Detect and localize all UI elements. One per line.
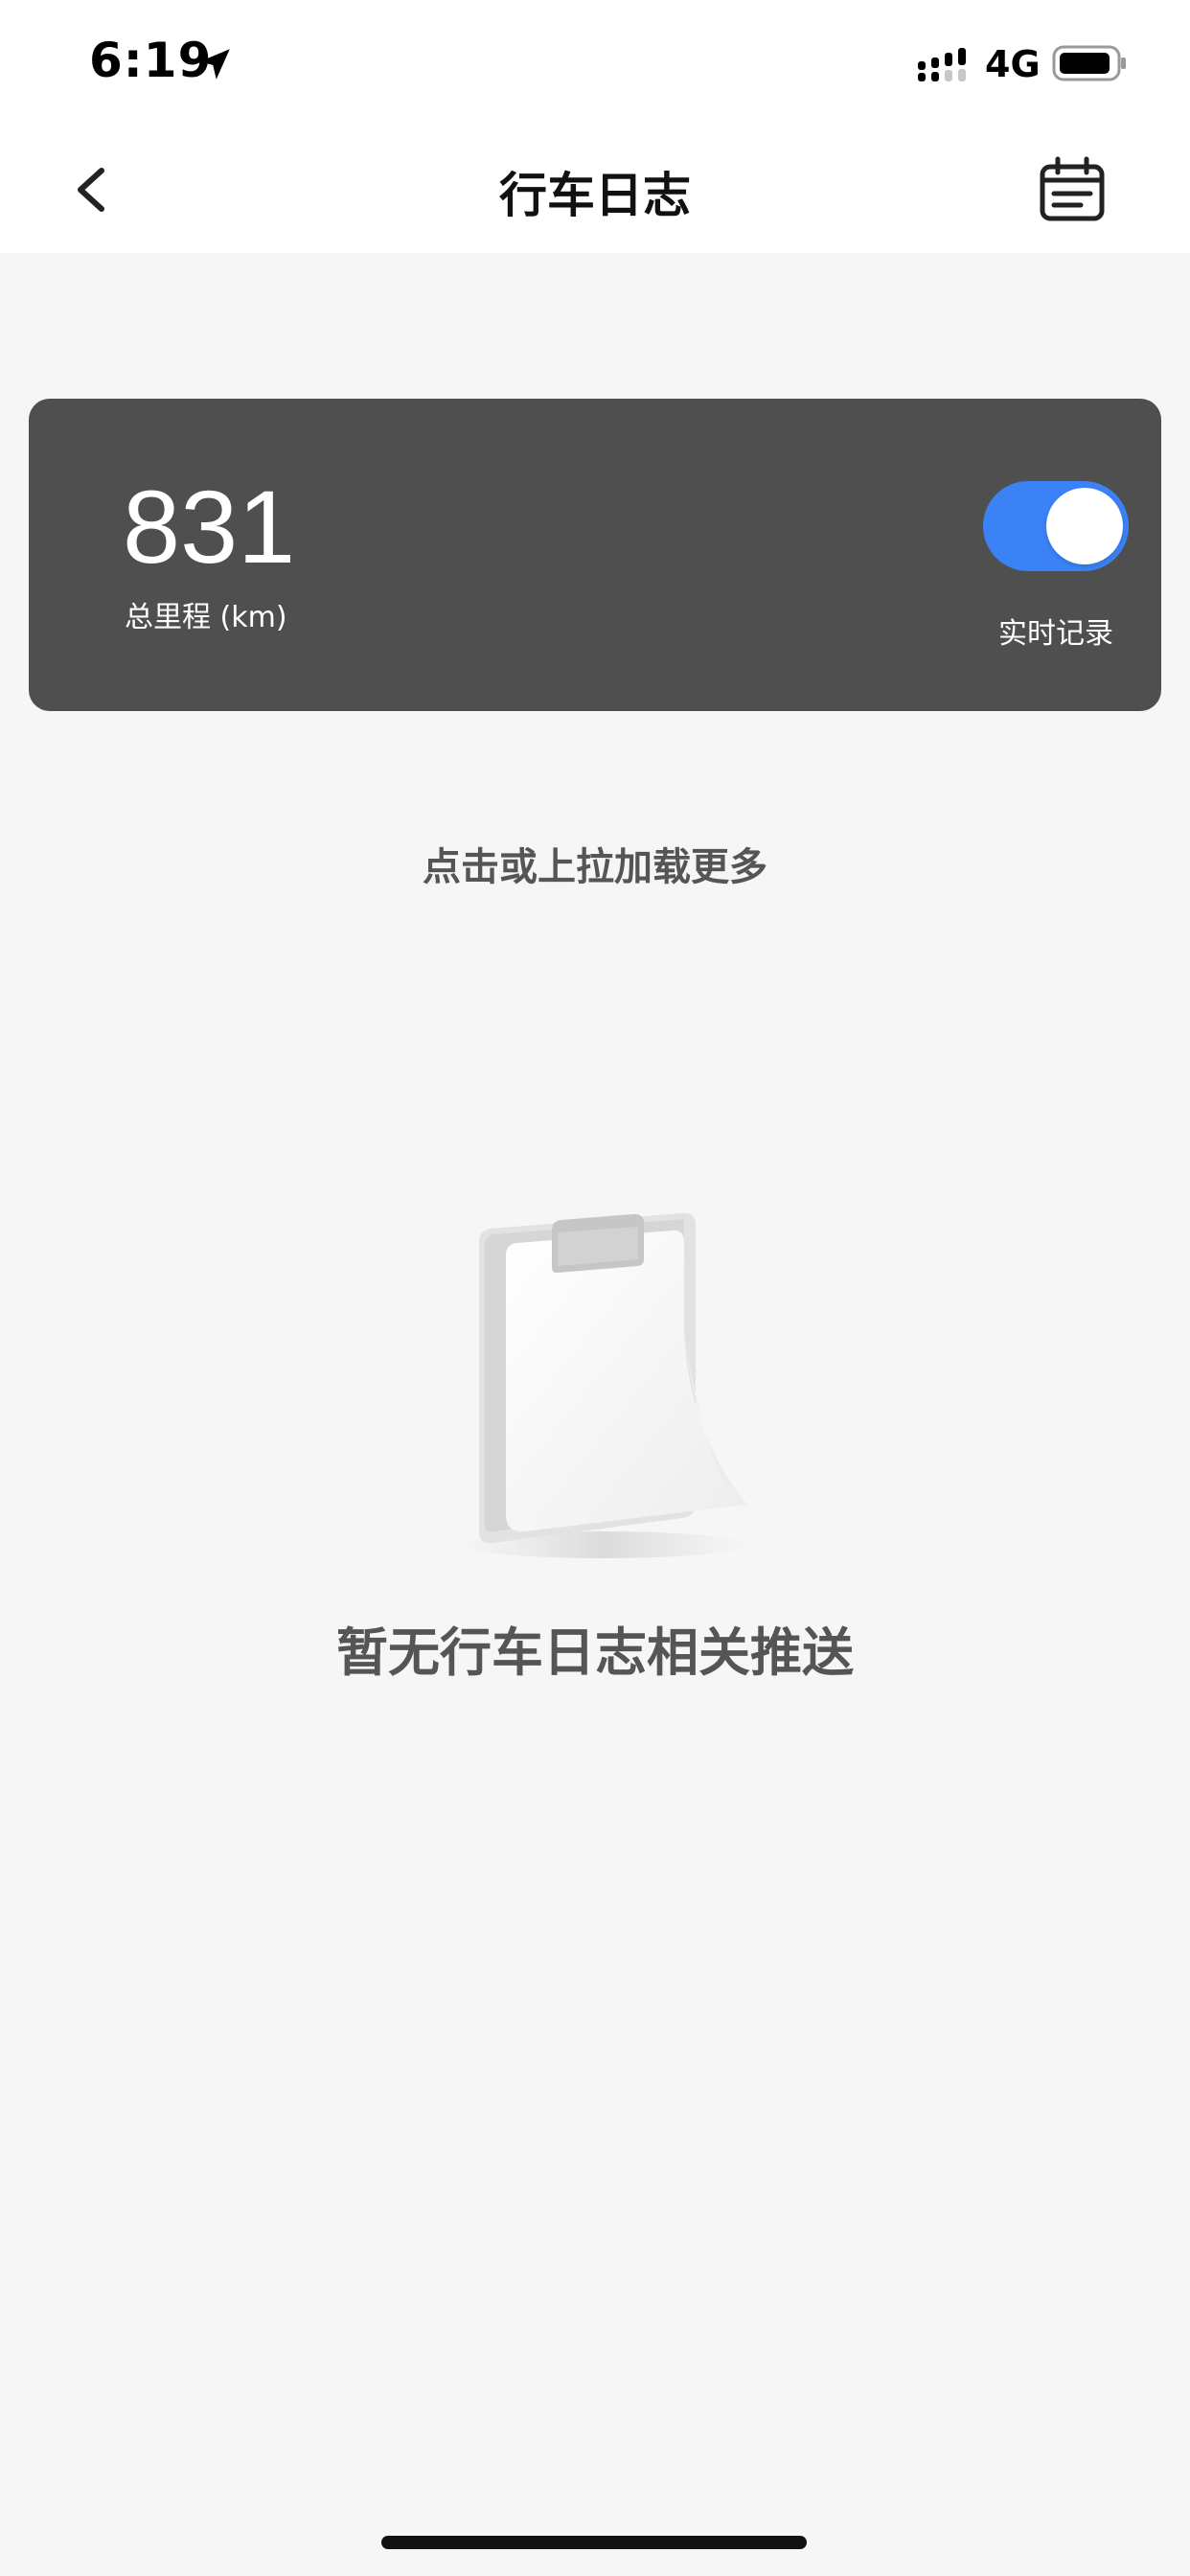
realtime-record-toggle[interactable] <box>983 481 1129 571</box>
home-indicator[interactable] <box>381 2536 807 2549</box>
total-mileage-value: 831 <box>123 469 296 585</box>
battery-icon <box>1052 45 1126 81</box>
status-bar: 6:19 4G <box>0 0 1190 126</box>
toggle-knob <box>1046 488 1123 564</box>
realtime-record-label: 实时记录 <box>998 617 1113 651</box>
total-mileage-label: 总里程 (km) <box>125 601 287 634</box>
page-title: 行车日志 <box>499 168 691 223</box>
nav-bar: 行车日志 <box>0 126 1190 253</box>
network-type-label: 4G <box>985 43 1041 85</box>
mileage-card: 831 总里程 (km) 实时记录 <box>29 399 1161 711</box>
empty-state-message: 暂无行车日志相关推送 <box>336 1622 854 1683</box>
load-more-button[interactable]: 点击或上拉加载更多 <box>0 836 1190 891</box>
signal-icon <box>918 48 966 81</box>
notepad-illustration-icon <box>460 1212 747 1558</box>
calendar-icon[interactable] <box>1037 155 1108 224</box>
location-arrow-icon <box>199 49 230 80</box>
